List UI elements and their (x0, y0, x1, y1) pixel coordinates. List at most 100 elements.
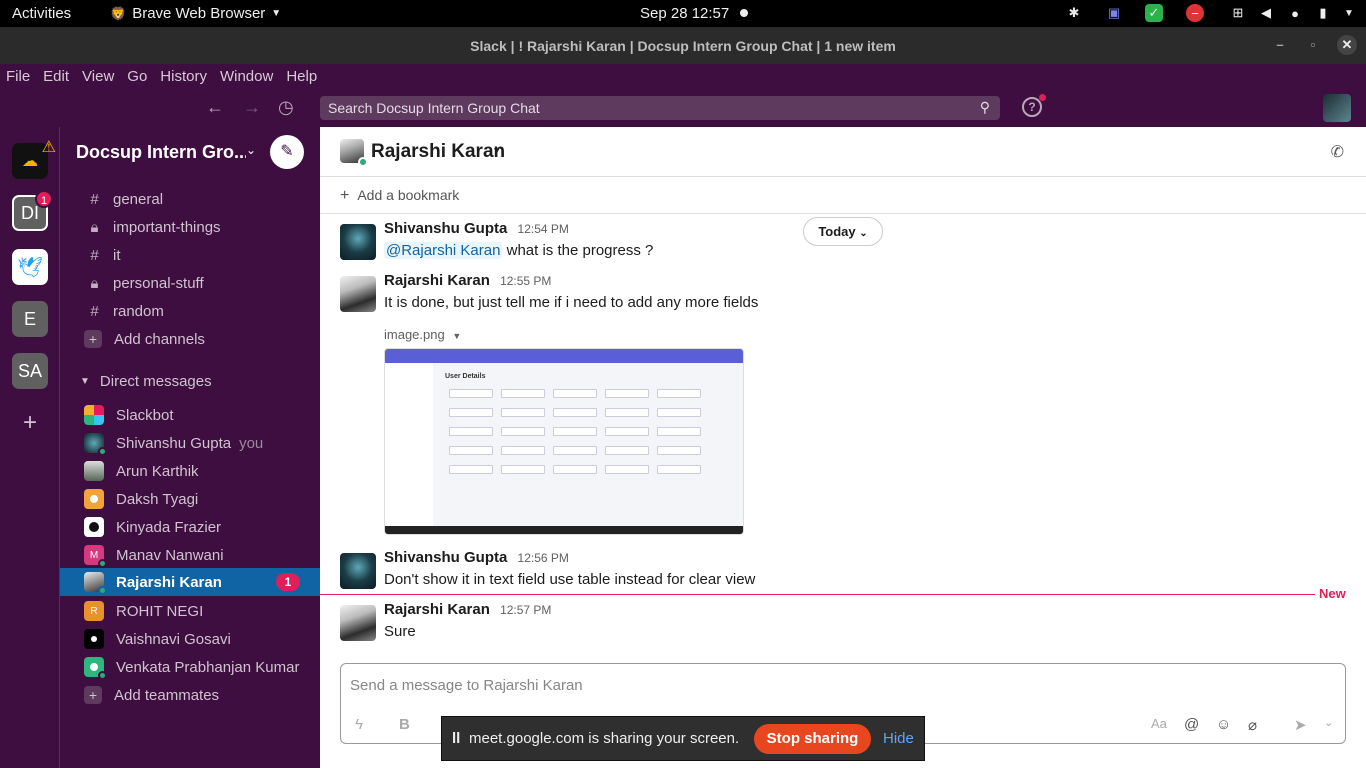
menu-edit[interactable]: Edit (43, 68, 69, 85)
do-not-disturb-icon[interactable]: − (1186, 4, 1204, 22)
hide-button[interactable]: Hide (883, 730, 914, 747)
send-options-chevron-icon[interactable]: ⌄ (1324, 716, 1333, 729)
menu-view[interactable]: View (82, 68, 114, 85)
workspace-sa[interactable]: SA (12, 353, 48, 389)
author-avatar[interactable] (340, 553, 376, 589)
message-time[interactable]: 12:57 PM (500, 603, 551, 617)
dm-shivanshu-gupta[interactable]: Shivanshu Gupta you (60, 429, 320, 457)
compose-button[interactable]: ✎ (270, 135, 304, 169)
dm-rajarshi-karan[interactable]: Rajarshi Karan 1 (60, 568, 320, 596)
search-input[interactable]: Search Docsup Intern Group Chat ⚲ (320, 96, 1000, 120)
maximize-icon[interactable]: ▫ (1303, 35, 1323, 55)
app-menu[interactable]: 🦁 Brave Web Browser ▼ (110, 5, 281, 22)
emoji-icon[interactable]: ☺ (1216, 716, 1231, 733)
channel-random[interactable]: # random (60, 297, 320, 325)
check-tray-icon[interactable]: ✓ (1145, 4, 1163, 22)
attach-paperclip-icon[interactable]: ⌀ (1248, 716, 1257, 734)
new-messages-label: New (1319, 586, 1346, 601)
slack-tray-icon[interactable]: ✱ (1065, 4, 1083, 22)
channel-personal-stuff[interactable]: 🔒︎ personal-stuff (60, 269, 320, 297)
add-teammates-button[interactable]: + Add teammates (60, 681, 320, 709)
dm-label: Rajarshi Karan (116, 573, 222, 591)
direct-messages-header[interactable]: ▼ Direct messages (80, 373, 212, 390)
forward-arrow-icon[interactable]: → (243, 97, 261, 118)
user-mention[interactable]: @Rajarshi Karan (384, 242, 503, 259)
workspace-initial-e: E (23, 308, 36, 329)
presence-icon (98, 586, 107, 595)
channel-name[interactable]: Rajarshi Karan (371, 141, 505, 163)
add-channels-button[interactable]: + Add channels (60, 325, 320, 353)
add-teammates-label: Add teammates (114, 686, 220, 704)
direct-messages-label: Direct messages (99, 373, 212, 390)
dm-venkata-prabhanjan-kumar[interactable]: Venkata Prabhanjan Kumar (60, 653, 320, 681)
dm-label: Slackbot (116, 406, 174, 424)
channel-important-things[interactable]: 🔒︎ important-things (60, 213, 320, 241)
workspace-1[interactable]: ☁ ⚠ (12, 139, 56, 179)
author-avatar[interactable] (340, 224, 376, 260)
message-time[interactable]: 12:54 PM (518, 222, 569, 236)
minimize-icon[interactable]: – (1270, 35, 1290, 55)
author-avatar[interactable] (340, 276, 376, 312)
workspace-docsup[interactable]: DI 1 (12, 190, 53, 231)
format-text-icon[interactable]: Aa (1151, 716, 1167, 731)
dm-slackbot[interactable]: Slackbot (60, 401, 320, 429)
workspace-e[interactable]: E (12, 301, 48, 337)
message-time[interactable]: 12:56 PM (518, 551, 569, 565)
system-menu-caret-icon[interactable]: ▼ (1340, 4, 1358, 22)
dm-manav-nanwani[interactable]: M Manav Nanwani (60, 541, 320, 569)
channel-general[interactable]: # general (60, 185, 320, 213)
dm-arun-karthik[interactable]: Arun Karthik (60, 457, 320, 485)
battery-icon[interactable]: ▮ (1314, 4, 1332, 22)
stop-sharing-button[interactable]: Stop sharing (754, 724, 871, 754)
message-time[interactable]: 12:55 PM (500, 274, 551, 288)
menu-help[interactable]: Help (286, 68, 317, 85)
workspace-initial-sa: SA (17, 360, 42, 381)
teams-tray-icon[interactable]: ▣ (1105, 4, 1123, 22)
menu-history[interactable]: History (160, 68, 207, 85)
author-avatar[interactable] (340, 605, 376, 641)
date-divider-button[interactable]: Today ⌄ (803, 217, 883, 246)
menu-window[interactable]: Window (220, 68, 273, 85)
image-attachment[interactable]: User Details (384, 348, 744, 535)
author-name[interactable]: Shivanshu Gupta (384, 220, 507, 237)
menu-file[interactable]: File (6, 68, 30, 85)
back-arrow-icon[interactable]: ← (206, 97, 224, 118)
channel-label: random (113, 302, 164, 320)
author-name[interactable]: Rajarshi Karan (384, 272, 490, 289)
dm-label: Daksh Tyagi (116, 490, 199, 508)
help-icon[interactable]: ? (1022, 94, 1046, 117)
shortcuts-lightning-icon[interactable]: ϟ (355, 716, 363, 733)
network-icon[interactable]: ⊞ (1229, 4, 1247, 22)
add-bookmark-button[interactable]: + Add a bookmark (320, 177, 1366, 214)
attachment-name[interactable]: image.png ▼ (384, 327, 461, 342)
mention-icon[interactable]: @ (1184, 716, 1199, 733)
chevron-down-icon[interactable]: ▾ (494, 144, 500, 157)
dm-vaishnavi-gosavi[interactable]: Vaishnavi Gosavi (60, 625, 320, 653)
workspace-name[interactable]: Docsup Intern Gro... (76, 142, 246, 163)
dm-label: Shivanshu Gupta (116, 434, 232, 452)
dm-kinyada-frazier[interactable]: Kinyada Frazier (60, 513, 320, 541)
phone-icon[interactable]: ✆ (1331, 142, 1344, 162)
author-name[interactable]: Rajarshi Karan (384, 601, 490, 618)
chevron-down-icon[interactable]: ⌄ (246, 143, 256, 157)
volume-icon[interactable]: ◀ (1257, 4, 1275, 22)
dm-rohit-negi[interactable]: R ROHIT NEGI (60, 597, 320, 625)
workspace-bird[interactable]: 🕊 (12, 249, 48, 285)
author-name[interactable]: Shivanshu Gupta (384, 549, 507, 566)
manav-avatar: M (84, 545, 107, 568)
channel-it[interactable]: # it (60, 241, 320, 269)
menu-go[interactable]: Go (127, 68, 147, 85)
clock[interactable]: Sep 28 12:57 (640, 5, 729, 22)
activities-button[interactable]: Activities (12, 5, 71, 22)
preview-header (385, 349, 743, 363)
microphone-icon[interactable]: ● (1286, 4, 1304, 22)
bold-icon[interactable]: B (399, 716, 410, 733)
add-workspace-button[interactable]: + (12, 405, 48, 441)
preview-field (553, 389, 597, 398)
preview-field (605, 389, 649, 398)
close-icon[interactable]: ✕ (1337, 35, 1357, 55)
dm-daksh-tyagi[interactable]: Daksh Tyagi (60, 485, 320, 513)
user-avatar[interactable] (1323, 94, 1351, 122)
history-clock-icon[interactable]: ◷ (278, 97, 294, 118)
send-icon[interactable]: ➤ (1294, 716, 1307, 734)
